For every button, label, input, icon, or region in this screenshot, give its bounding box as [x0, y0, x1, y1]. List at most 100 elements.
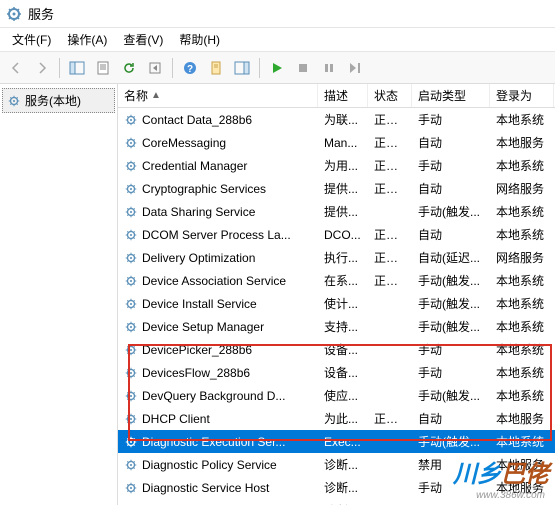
service-name: DHCP Client [142, 412, 210, 426]
service-description: 为联... [318, 111, 368, 128]
table-row[interactable]: Diagnostic Service Host诊断...手动本地服务 [118, 476, 555, 499]
table-row[interactable]: Cryptographic Services提供...正在...自动网络服务 [118, 177, 555, 200]
properties-sheet-button[interactable] [204, 56, 228, 80]
gear-icon [124, 274, 138, 288]
menu-view[interactable]: 查看(V) [115, 28, 171, 51]
table-row[interactable]: DHCP Client为此...正在...自动本地服务 [118, 407, 555, 430]
service-status: 正在... [368, 249, 412, 266]
refresh-button[interactable] [117, 56, 141, 80]
tree-node-services-local[interactable]: 服务(本地) [2, 88, 115, 113]
properties-button[interactable] [91, 56, 115, 80]
main-area: 服务(本地) 名称▲ 描述 状态 启动类型 登录为 Contact Data_2… [0, 84, 555, 505]
table-row[interactable]: Device Setup Manager支持...手动(触发...本地系统 [118, 315, 555, 338]
service-logon: 本地服务 [490, 456, 554, 473]
table-row[interactable]: Delivery Optimization执行...正在...自动(延迟...网… [118, 246, 555, 269]
pause-service-button[interactable] [317, 56, 341, 80]
table-row[interactable]: DCOM Server Process La...DCO...正在...自动本地… [118, 223, 555, 246]
service-description: 在系... [318, 272, 368, 289]
table-row[interactable]: Diagnostic Execution Ser...Exec...手动(触发.… [118, 430, 555, 453]
service-description: 设备... [318, 341, 368, 358]
export-list-button[interactable] [143, 56, 167, 80]
back-button[interactable] [4, 56, 28, 80]
table-row[interactable]: Device Association Service在系...正在...手动(触… [118, 269, 555, 292]
stop-service-button[interactable] [291, 56, 315, 80]
service-startup: 手动 [412, 341, 490, 358]
service-logon: 本地服务 [490, 134, 554, 151]
service-name: DCOM Server Process La... [142, 228, 291, 242]
gear-icon [124, 412, 138, 426]
column-header-description[interactable]: 描述 [318, 84, 368, 107]
service-status: 正在... [368, 134, 412, 151]
service-startup: 手动(触发... [412, 295, 490, 312]
gear-icon [124, 458, 138, 472]
table-row[interactable]: DevicePicker_288b6设备...手动本地系统 [118, 338, 555, 361]
table-row[interactable]: DevicesFlow_288b6设备...手动本地系统 [118, 361, 555, 384]
service-description: 执行... [318, 249, 368, 266]
menu-help[interactable]: 帮助(H) [171, 28, 228, 51]
gear-icon [124, 320, 138, 334]
service-name: Delivery Optimization [142, 251, 255, 265]
show-hide-tree-button[interactable] [65, 56, 89, 80]
help-button[interactable]: ? [178, 56, 202, 80]
action-pane-button[interactable] [230, 56, 254, 80]
table-row[interactable]: Device Install Service使计...手动(触发...本地系统 [118, 292, 555, 315]
column-header-status[interactable]: 状态 [368, 84, 412, 107]
service-name: Diagnostic Execution Ser... [142, 435, 285, 449]
service-description: Man... [318, 136, 368, 150]
service-startup: 禁用 [412, 456, 490, 473]
service-logon: 本地系统 [490, 226, 554, 243]
service-logon: 本地系统 [490, 157, 554, 174]
service-startup: 手动 [412, 111, 490, 128]
table-row[interactable]: Diagnostic Policy Service 诊断... 禁用本地服务 [118, 453, 555, 476]
column-header-startup[interactable]: 启动类型 [412, 84, 490, 107]
menu-action[interactable]: 操作(A) [59, 28, 115, 51]
table-row[interactable]: Contact Data_288b6为联...正在...手动本地系统 [118, 108, 555, 131]
menu-file[interactable]: 文件(F) [4, 28, 59, 51]
gear-icon [124, 343, 138, 357]
restart-service-button[interactable] [343, 56, 367, 80]
service-status: 正在... [368, 272, 412, 289]
service-name: Diagnostic Policy Service [142, 458, 277, 472]
service-name: DevicesFlow_288b6 [142, 366, 250, 380]
service-logon: 本地服务 [490, 479, 554, 496]
forward-button[interactable] [30, 56, 54, 80]
service-description: 为用... [318, 157, 368, 174]
table-row[interactable]: CoreMessaging Man...正在...自动本地服务 [118, 131, 555, 154]
service-logon: 本地服务 [490, 410, 554, 427]
service-name: CoreMessaging [142, 136, 226, 150]
service-status: 正在... [368, 180, 412, 197]
service-name: Credential Manager [142, 159, 247, 173]
service-logon: 本地系统 [490, 111, 554, 128]
service-status: 正在... [368, 410, 412, 427]
service-description: 诊断... [318, 456, 368, 473]
column-header-name[interactable]: 名称▲ [118, 84, 318, 107]
service-startup: 自动 [412, 134, 490, 151]
service-description: 使应... [318, 387, 368, 404]
table-row[interactable]: Credential Manager 为用...正在...手动本地系统 [118, 154, 555, 177]
service-startup: 手动 [412, 479, 490, 496]
service-status: 正在... [368, 111, 412, 128]
service-startup: 手动 [412, 157, 490, 174]
start-service-button[interactable] [265, 56, 289, 80]
column-header-logon[interactable]: 登录为 [490, 84, 554, 107]
gear-icon [124, 389, 138, 403]
app-icon [6, 6, 22, 22]
service-status: 正在... [368, 157, 412, 174]
toolbar-separator [59, 58, 60, 78]
sidebar-tree[interactable]: 服务(本地) [0, 84, 118, 505]
service-startup: 手动(触发... [412, 433, 490, 450]
gear-icon [124, 435, 138, 449]
gear-icon [124, 159, 138, 173]
table-row[interactable]: DevQuery Background D...使应...手动(触发...本地系… [118, 384, 555, 407]
service-logon: 本地系统 [490, 295, 554, 312]
service-description: 诊断... [318, 479, 368, 496]
service-name: Data Sharing Service [142, 205, 255, 219]
service-logon: 本地系统 [490, 364, 554, 381]
gear-icon [124, 297, 138, 311]
table-row[interactable]: Diagnostic System Host诊断... [118, 499, 555, 505]
title-bar: 服务 [0, 0, 555, 28]
sort-asc-icon: ▲ [151, 90, 161, 101]
service-startup: 手动(触发... [412, 203, 490, 220]
table-row[interactable]: Data Sharing Service提供...手动(触发...本地系统 [118, 200, 555, 223]
menu-bar: 文件(F) 操作(A) 查看(V) 帮助(H) [0, 28, 555, 52]
